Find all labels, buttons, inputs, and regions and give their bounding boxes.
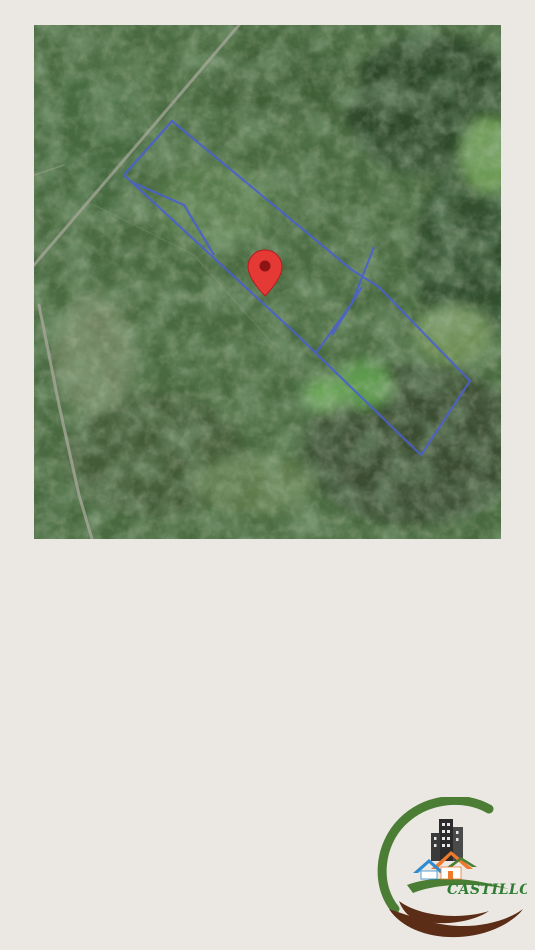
castillo-logo: CASTILLO bbox=[377, 797, 527, 945]
house-buildings-logo bbox=[413, 819, 477, 880]
satellite-map[interactable] bbox=[34, 25, 501, 539]
brand-name: CASTILLO bbox=[447, 882, 527, 898]
